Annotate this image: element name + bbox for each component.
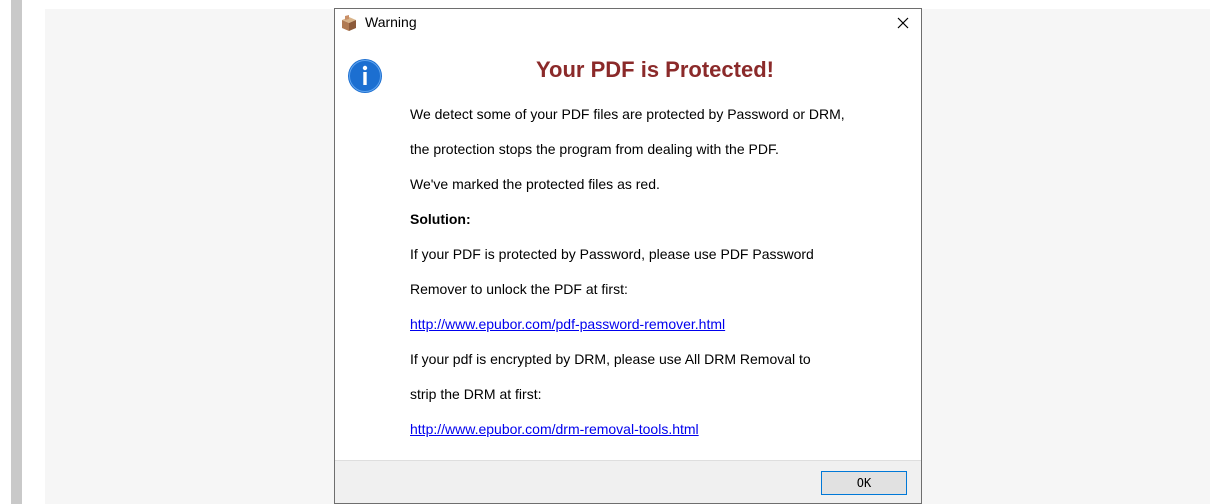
- message-line-2: the protection stops the program from de…: [410, 141, 779, 157]
- password-remover-link[interactable]: http://www.epubor.com/pdf-password-remov…: [410, 316, 725, 332]
- left-window-edge: [11, 0, 22, 504]
- dialog-footer: OK: [335, 460, 921, 503]
- warning-dialog: Warning Your PDF is Protected! We detect…: [334, 8, 922, 504]
- message-line-1: We detect some of your PDF files are pro…: [410, 106, 845, 122]
- drm-removal-link[interactable]: http://www.epubor.com/drm-removal-tools.…: [410, 421, 699, 437]
- dialog-heading: Your PDF is Protected!: [536, 57, 774, 82]
- dialog-title: Warning: [365, 14, 417, 30]
- password-instruction-line-1: If your PDF is protected by Password, pl…: [410, 246, 814, 262]
- message-line-3: We've marked the protected files as red.: [410, 176, 660, 192]
- title-bar[interactable]: Warning: [335, 9, 921, 37]
- solution-label: Solution:: [410, 211, 471, 227]
- drm-instruction-line-1: If your pdf is encrypted by DRM, please …: [410, 351, 811, 367]
- drm-instruction-line-2: strip the DRM at first:: [410, 386, 542, 402]
- close-icon: [897, 17, 909, 29]
- ok-button[interactable]: OK: [821, 471, 907, 495]
- app-box-icon: [342, 15, 356, 31]
- info-icon: [348, 59, 382, 93]
- close-button[interactable]: [891, 12, 915, 34]
- password-instruction-line-2: Remover to unlock the PDF at first:: [410, 281, 628, 297]
